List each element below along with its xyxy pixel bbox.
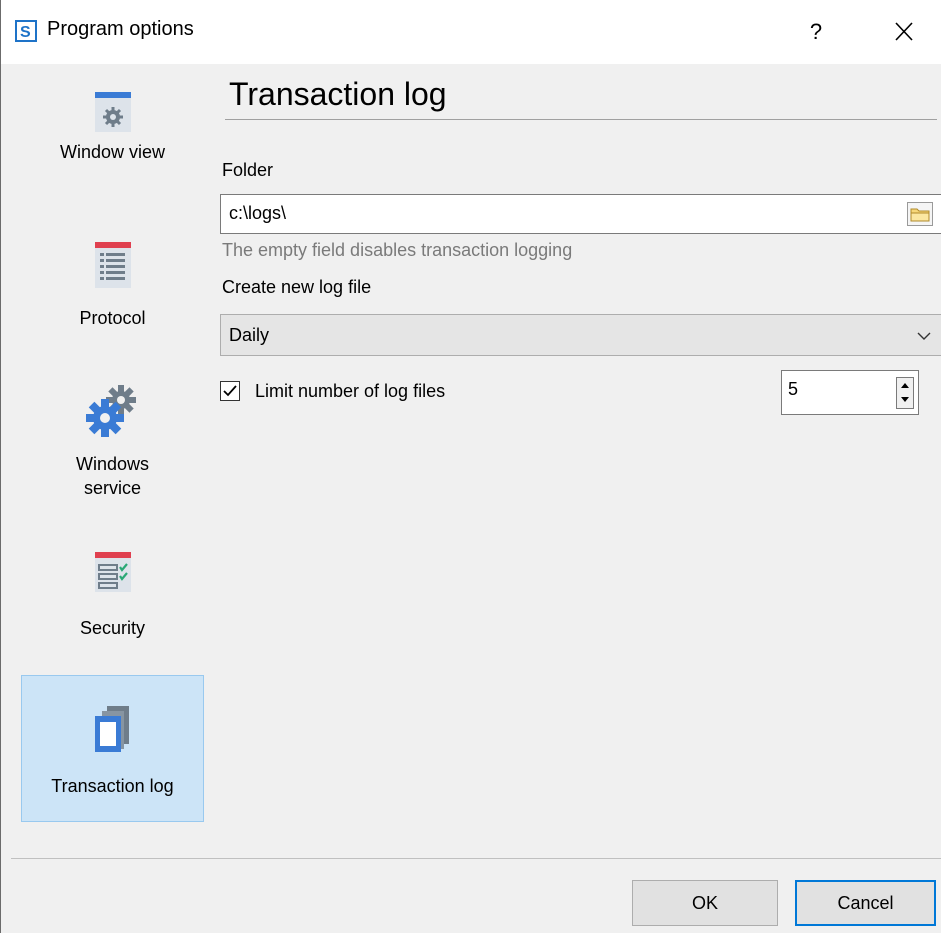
- security-checklist-icon: [94, 552, 131, 592]
- nav-item-transaction-log[interactable]: Transaction log: [21, 675, 204, 822]
- checkmark-icon: [223, 385, 237, 397]
- nav-item-protocol[interactable]: Protocol: [21, 238, 204, 338]
- service-gears-icon: [85, 385, 136, 437]
- create-log-value: Daily: [229, 325, 270, 345]
- limit-log-files-checkbox[interactable]: [220, 381, 240, 401]
- folder-value: c:\logs\: [229, 203, 287, 223]
- log-files-count-spinner[interactable]: 5: [781, 370, 919, 415]
- log-files-count-value: 5: [788, 379, 799, 399]
- title-divider: [225, 119, 937, 120]
- cancel-button[interactable]: Cancel: [795, 880, 936, 926]
- nav-item-label: Protocol: [79, 308, 146, 328]
- nav-item-label: Windows service: [75, 454, 150, 498]
- protocol-list-icon: [94, 242, 131, 288]
- nav-item-window-view[interactable]: Window view: [21, 84, 204, 192]
- nav-item-security[interactable]: Security: [21, 546, 204, 646]
- nav-item-label: Security: [79, 618, 146, 638]
- title-bar: S Program options ?: [1, 0, 941, 64]
- folder-label: Folder: [222, 160, 274, 180]
- program-options-dialog: S Program options ? Window view Protocol…: [0, 0, 941, 933]
- window-title: Program options: [47, 18, 194, 40]
- svg-text:S: S: [20, 24, 31, 41]
- page-title: Transaction log: [229, 76, 447, 112]
- footer-divider: [11, 858, 941, 859]
- ok-button[interactable]: OK: [632, 880, 778, 926]
- app-logo-icon: S: [15, 20, 37, 42]
- spin-down-icon[interactable]: [897, 393, 913, 408]
- spinner-buttons: [896, 377, 914, 409]
- window-view-icon: [94, 92, 131, 132]
- nav-item-label: Window view: [59, 142, 166, 162]
- create-log-dropdown[interactable]: Daily: [220, 314, 941, 356]
- spin-up-icon[interactable]: [897, 378, 913, 393]
- create-log-label: Create new log file: [222, 277, 372, 297]
- nav-item-label: Transaction log: [51, 776, 174, 796]
- folder-hint: The empty field disables transaction log…: [222, 240, 573, 260]
- nav-item-windows-service[interactable]: Windows service: [21, 382, 204, 512]
- chevron-down-icon: [917, 332, 931, 340]
- help-button[interactable]: ?: [796, 14, 836, 50]
- folder-input[interactable]: c:\logs\: [220, 194, 941, 234]
- browse-folder-icon[interactable]: [907, 202, 933, 226]
- close-icon[interactable]: [883, 14, 925, 50]
- limit-log-files-label[interactable]: Limit number of log files: [255, 381, 445, 402]
- transaction-log-windows-icon: [94, 706, 129, 752]
